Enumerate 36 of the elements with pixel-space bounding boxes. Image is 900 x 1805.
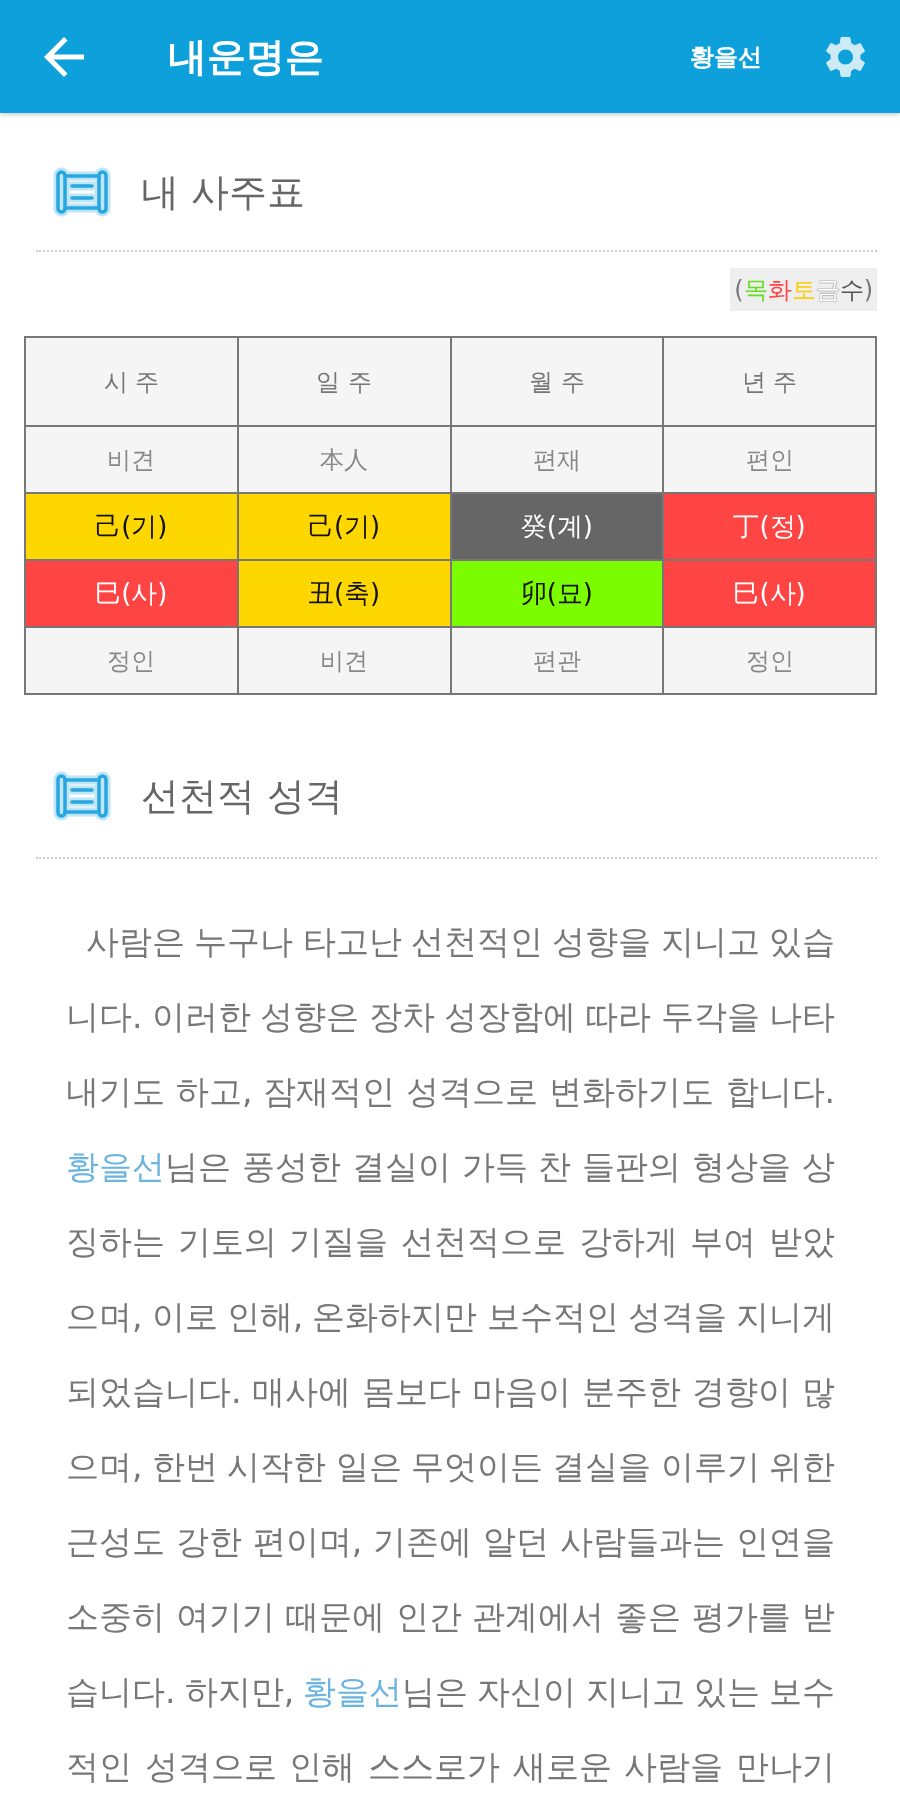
app-title: 내운명은 bbox=[168, 32, 324, 81]
table-cell: 편재 bbox=[450, 426, 664, 493]
table-cell: 丁(정) bbox=[663, 493, 876, 560]
legend-label: 금 bbox=[815, 274, 840, 306]
body-paragraph: 사람은 누구나 타고난 선천적인 성향을 지니고 있습니다. 이러한 성향은 장차 성장함에 따라 두각을 나타내기도 하고, 잠재적인 성격으로 변화하기도 합니다. 황을선 님은 풍성한 결실이 가득 찬 들판의 형상을 상징하는 기토의 기질을 선천적으로 강하게 부여 받았으며, 이로 인해, 온화하지만 보수적인 성격을 지니게 되었습니다. 매사에 몸보다 마음이 분주한 경향이 많으며, 한번 시작한 일은 무엇이든 결실을 이루기 위한 근성도 강한 편이며, 기존에 알던 사람들과는 인연을 소중히 여기기 때문에 인간 관계에서 좋은 평가를 받습니다. 하지만, 황을선 님은 자신이 지니고 있는 보수적인 성격으로 인해 스스로가 새로운 사람을 만나기 bbox=[66, 921, 835, 1788]
legend-label: 토 bbox=[791, 274, 816, 306]
column-header: 월 주 bbox=[450, 337, 664, 426]
legend-label: 수 bbox=[839, 274, 864, 306]
user-name-button[interactable]: 황을선 bbox=[690, 36, 762, 77]
table-cell: 卯(묘) bbox=[450, 560, 664, 627]
section-title: 내 사주표 bbox=[141, 169, 306, 216]
table-cell: 己(기) bbox=[237, 493, 451, 560]
scroll-icon bbox=[52, 167, 112, 217]
table-cell: 정인 bbox=[25, 627, 238, 694]
table-cell: 편인 bbox=[663, 426, 876, 493]
table-cell: 정인 bbox=[663, 627, 876, 694]
legend-bracket: ) bbox=[863, 275, 873, 304]
column-header: 년 주 bbox=[663, 337, 876, 426]
table-cell: 癸(계) bbox=[450, 493, 664, 560]
column-header: 일 주 bbox=[237, 337, 451, 426]
legend-label: 화 bbox=[767, 274, 792, 306]
back-arrow-icon bbox=[44, 36, 84, 77]
legend-label: 목 bbox=[743, 274, 768, 306]
table-cell: 巳(사) bbox=[663, 560, 876, 627]
table-cell: 丑(축) bbox=[237, 560, 451, 627]
section-title: 선천적 성격 bbox=[141, 773, 344, 820]
table-cell: 비견 bbox=[237, 627, 451, 694]
table-cell: 巳(사) bbox=[25, 560, 238, 627]
scroll-icon bbox=[52, 771, 112, 821]
table-cell: 本人 bbox=[237, 426, 451, 493]
table-cell: 己(기) bbox=[25, 493, 238, 560]
table-cell: 비견 bbox=[25, 426, 238, 493]
legend-bracket: ( bbox=[734, 275, 744, 304]
column-header: 시 주 bbox=[25, 337, 238, 426]
settings-icon bbox=[826, 36, 865, 77]
table-cell: 편관 bbox=[450, 627, 664, 694]
